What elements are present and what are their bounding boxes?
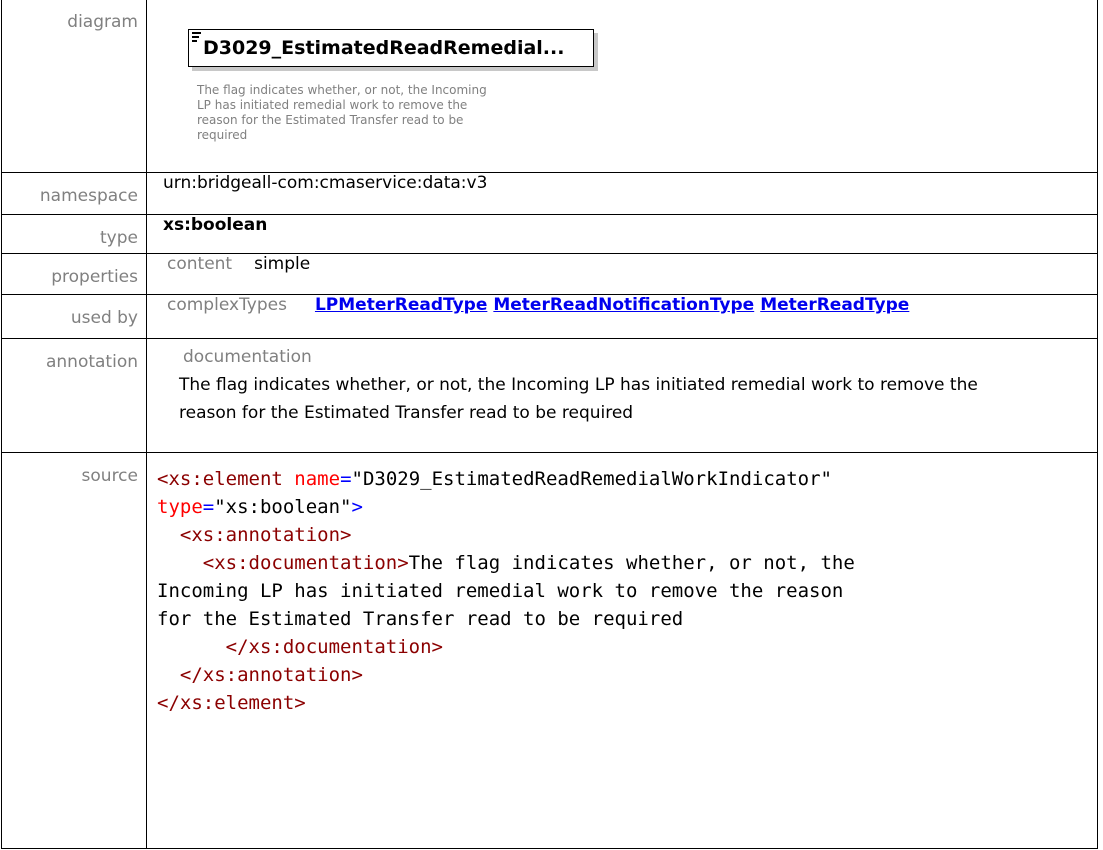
element-type-icon <box>192 32 201 44</box>
src-doc-text-3: for the Estimated Transfer read to be re… <box>157 608 684 630</box>
properties-key: content <box>167 254 233 274</box>
element-diagram-name: D3029_EstimatedReadRemedial... <box>203 37 565 59</box>
namespace-row: namespace urn:bridgeall-com:cmaservice:d… <box>1 172 1098 215</box>
namespace-label: namespace <box>1 172 147 215</box>
link-meter-read-type[interactable]: MeterReadType <box>760 295 909 315</box>
properties-label: properties <box>1 253 147 295</box>
src-doc-open: <xs:documentation> <box>202 552 409 574</box>
src-el-close: </xs:element> <box>157 692 306 714</box>
type-value: xs:boolean <box>146 214 1098 254</box>
element-doc-table: diagram D3029_EstimatedReadRemedial... T… <box>1 0 1098 849</box>
type-label: type <box>1 214 147 254</box>
properties-value: simple <box>254 254 311 274</box>
annotation-text: The flag indicates whether, or not, the … <box>179 375 978 423</box>
source-label: source <box>1 452 147 849</box>
element-diagram-box[interactable]: D3029_EstimatedReadRemedial... <box>188 29 594 67</box>
source-code: <xs:element name="D3029_EstimatedReadRem… <box>157 465 1097 717</box>
src-close-bracket: > <box>351 496 363 518</box>
source-row: source <xs:element name="D3029_Estimated… <box>1 452 1098 849</box>
src-attr-type: type <box>157 496 203 518</box>
link-lp-meter-read-type[interactable]: LPMeterReadType <box>315 295 487 315</box>
diagram-row: diagram D3029_EstimatedReadRemedial... T… <box>1 0 1098 173</box>
src-doc-text-1: The flag indicates whether, or not, the <box>408 552 855 574</box>
used-by-key: complexTypes <box>167 295 287 315</box>
annotation-cell: documentation The flag indicates whether… <box>146 338 1098 453</box>
diagram-label: diagram <box>1 0 147 173</box>
used-by-row: used by complexTypes LPMeterReadType Meter… <box>1 294 1098 339</box>
used-by-cell: complexTypes LPMeterReadType MeterReadNoti… <box>146 294 1098 339</box>
link-meter-read-notification-type[interactable]: MeterReadNotificationType <box>493 295 754 315</box>
src-ann-open: <xs:annotation> <box>179 524 352 546</box>
annotation-row: annotation documentation The flag indica… <box>1 338 1098 453</box>
annotation-label: annotation <box>1 338 147 453</box>
src-ann-close: </xs:annotation> <box>179 664 363 686</box>
src-doc-close: </xs:documentation> <box>225 636 443 658</box>
src-eq: = <box>202 496 215 518</box>
type-row: type xs:boolean <box>1 214 1098 254</box>
src-eq: = <box>340 468 352 490</box>
src-val-name: "D3029_EstimatedReadRemedialWorkIndicato… <box>351 468 832 490</box>
src-doc-text-2: Incoming LP has initiated remedial work … <box>157 580 844 602</box>
annotation-key: documentation <box>183 347 312 367</box>
source-cell: <xs:element name="D3029_EstimatedReadRem… <box>146 452 1098 849</box>
used-by-label: used by <box>1 294 147 339</box>
namespace-value: urn:bridgeall-com:cmaservice:data:v3 <box>146 172 1098 215</box>
src-attr-name: name <box>294 468 341 490</box>
src-val-type: "xs:boolean" <box>214 496 352 518</box>
src-el-open: <xs:element <box>157 468 283 490</box>
properties-cell: content simple <box>146 253 1098 295</box>
element-diagram-doc: The flag indicates whether, or not, the … <box>197 83 487 142</box>
properties-row: properties content simple <box>1 253 1098 295</box>
diagram-cell: D3029_EstimatedReadRemedial... The flag … <box>146 0 1098 173</box>
